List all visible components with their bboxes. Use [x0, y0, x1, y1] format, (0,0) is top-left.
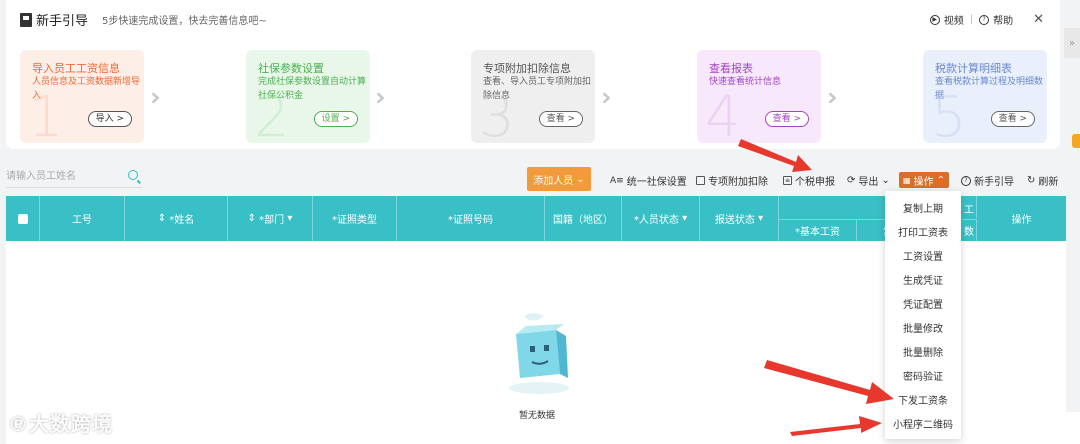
- column-header-status[interactable]: *人员状态 ▾: [622, 196, 700, 241]
- column-header-department[interactable]: ⇕ *部门 ▾: [228, 196, 313, 241]
- menu-item-copy-last-period[interactable]: 复制上期: [885, 197, 961, 217]
- guide-card-deduction[interactable]: 专项附加扣除信息 查看、导入员工专项附加扣除信息 3 查看 >: [471, 50, 595, 143]
- sort-icon: ⇕: [247, 213, 260, 224]
- menu-item-salary-settings[interactable]: 工资设置: [885, 245, 961, 265]
- tax-icon: ≡: [783, 176, 792, 185]
- card-step-number: 2: [254, 85, 290, 144]
- close-icon[interactable]: ✕: [1033, 12, 1044, 27]
- dropdown-icon: ▾: [284, 213, 293, 224]
- card-title: 导入员工工资信息: [32, 62, 120, 75]
- add-employee-button[interactable]: 添加人员 ⌄: [527, 167, 591, 191]
- select-all-checkbox[interactable]: [17, 213, 28, 224]
- menu-item-password-verify[interactable]: 密码验证: [885, 365, 961, 385]
- column-header-base-salary[interactable]: *基本工资: [779, 219, 857, 241]
- menu-item-batch-delete[interactable]: 批量删除: [885, 341, 961, 361]
- import-button[interactable]: 导入 >: [87, 111, 132, 127]
- card-title: 专项附加扣除信息: [483, 62, 571, 75]
- side-badge: [1072, 134, 1080, 148]
- question-icon: ?: [961, 175, 971, 186]
- side-edge-panel: [1062, 412, 1080, 444]
- guide-card-reports[interactable]: 查看报表 快速查看统计信息 4 查看 >: [697, 50, 821, 143]
- card-step-number: 1: [28, 85, 64, 144]
- operation-button[interactable]: ▦ 操作 ⌃: [899, 172, 949, 188]
- operation-dropdown-menu: 复制上期 打印工资表 工资设置 生成凭证 凭证配置 批量修改 批量删除 密码验证…: [885, 191, 961, 439]
- collapse-panel-icon[interactable]: »: [1064, 28, 1080, 58]
- unified-social-button[interactable]: A≡ 统一社保设置: [610, 173, 687, 189]
- play-icon: ▶: [929, 14, 940, 25]
- refresh-button[interactable]: ↻ 刷新: [1027, 173, 1058, 188]
- guide-card-tax-detail[interactable]: 税款计算明细表 查看税款计算过程及明细数据 5 查看 >: [923, 50, 1047, 143]
- dropdown-icon: ▾: [754, 213, 764, 224]
- beginner-guide-button[interactable]: ? 新手引导: [961, 173, 1014, 188]
- card-title: 社保参数设置: [258, 62, 324, 75]
- guide-subtitle: 5步快速完成设置，快去完善信息吧~: [102, 16, 267, 27]
- search-icon[interactable]: [128, 170, 138, 180]
- card-step-number: 3: [479, 85, 515, 144]
- video-link[interactable]: 视频: [944, 12, 964, 27]
- chevron-right-icon: ›››: [827, 83, 837, 111]
- chevron-right-icon: ›››: [150, 83, 160, 111]
- column-header-name[interactable]: ⇕ *姓名: [125, 196, 228, 241]
- card-title: 税款计算明细表: [935, 62, 1012, 75]
- special-deduction-button[interactable]: 专项附加扣除: [696, 173, 768, 188]
- menu-item-generate-voucher[interactable]: 生成凭证: [885, 269, 961, 289]
- guide-header: 新手引导 5步快速完成设置，快去完善信息吧~: [20, 10, 267, 29]
- employee-search: [6, 166, 142, 188]
- export-button[interactable]: ⟳ 导出 ⌄: [847, 173, 890, 188]
- chevron-right-icon: ›››: [375, 83, 385, 111]
- menu-item-print-payroll[interactable]: 打印工资表: [885, 221, 961, 241]
- menu-item-batch-edit[interactable]: 批量修改: [885, 317, 961, 337]
- chevron-down-icon: ⌄: [576, 173, 585, 185]
- dropdown-icon: ▾: [678, 213, 688, 224]
- guide-card-import[interactable]: 导入员工工资信息 人员信息及工资数据新增导入 1 导入 >: [20, 50, 144, 143]
- empty-state-illustration: [509, 313, 569, 394]
- watermark-logo: ℗大数跨境: [8, 412, 113, 436]
- guide-title: 新手引导: [36, 14, 89, 29]
- people-icon: A≡: [610, 175, 624, 186]
- personal-tax-button[interactable]: ≡ 个税申报: [783, 173, 835, 188]
- card-title: 查看报表: [709, 62, 753, 75]
- search-input[interactable]: [6, 166, 116, 186]
- export-icon: ⟳: [847, 175, 856, 186]
- column-header-report-status[interactable]: 报送状态 ▾: [700, 196, 779, 241]
- column-header-id-type[interactable]: *证照类型: [313, 196, 397, 241]
- column-header-actions: 操作: [1011, 215, 1032, 226]
- chevron-up-icon: ⌃: [936, 174, 945, 186]
- column-header-id-number[interactable]: *证照号码: [397, 196, 545, 241]
- card-step-number: 5: [931, 85, 967, 144]
- menu-item-mini-program-qr[interactable]: 小程序二维码: [885, 413, 961, 433]
- sort-icon: ⇕: [157, 213, 170, 224]
- scan-icon: [696, 176, 705, 185]
- operation-icon: ▦: [903, 175, 911, 185]
- card-step-number: 4: [705, 85, 741, 144]
- beginner-guide-panel: 新手引导 5步快速完成设置，快去完善信息吧~ ▶ 视频 | ? 帮助 ✕ 导入员…: [6, 0, 1060, 149]
- guide-book-icon: [20, 12, 32, 27]
- chevron-down-icon: ⌄: [881, 175, 890, 186]
- question-icon: ?: [979, 14, 990, 25]
- guide-actions: ▶ 视频 | ? 帮助 ✕: [929, 12, 1044, 27]
- view-button[interactable]: 查看 >: [764, 111, 809, 127]
- menu-item-voucher-config[interactable]: 凭证配置: [885, 293, 961, 313]
- guide-card-social[interactable]: 社保参数设置 完成社保参数设置自动计算社保公积金 2 设置 >: [246, 50, 370, 143]
- refresh-icon: ↻: [1027, 175, 1036, 186]
- column-header-nationality[interactable]: 国籍（地区）: [545, 196, 622, 241]
- chevron-right-icon: ›››: [601, 83, 611, 111]
- view-button[interactable]: 查看 >: [538, 111, 583, 127]
- column-header-id[interactable]: 工号: [40, 196, 125, 241]
- menu-item-send-payslip[interactable]: 下发工资条: [885, 389, 961, 409]
- help-link[interactable]: 帮助: [993, 12, 1013, 27]
- view-button[interactable]: 查看 >: [990, 111, 1035, 127]
- settings-button[interactable]: 设置 >: [313, 111, 358, 127]
- select-all-cell: [6, 196, 40, 241]
- empty-state-text: 暂无数据: [519, 411, 556, 421]
